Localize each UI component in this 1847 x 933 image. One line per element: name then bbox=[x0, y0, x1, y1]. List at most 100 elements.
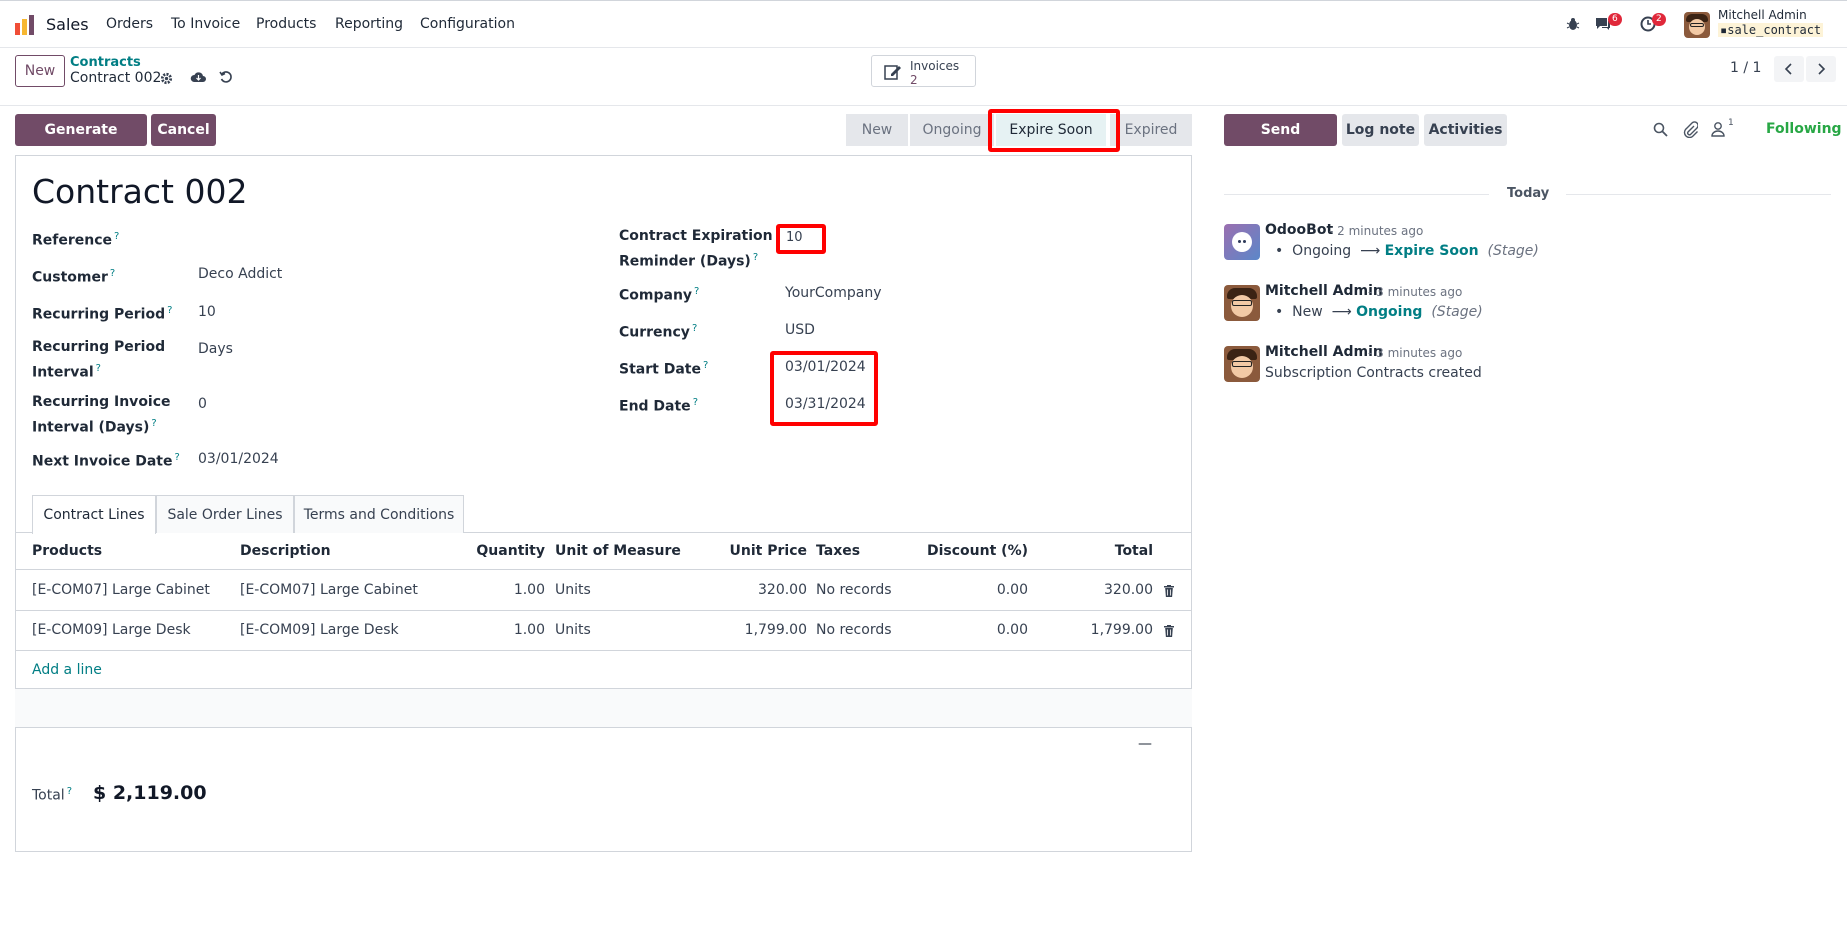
invoices-smart-button[interactable]: Invoices 2 bbox=[871, 55, 976, 87]
user-name[interactable]: Mitchell Admin bbox=[1718, 8, 1807, 22]
date-divider-right bbox=[1566, 194, 1831, 195]
cell-uom[interactable]: Units bbox=[555, 622, 591, 638]
reference-label: Reference? bbox=[32, 231, 120, 249]
followers-icon[interactable] bbox=[1711, 121, 1725, 137]
bug-icon[interactable] bbox=[1566, 17, 1580, 31]
help-icon: ? bbox=[702, 360, 709, 371]
paperclip-icon[interactable] bbox=[1683, 121, 1698, 138]
help-icon: ? bbox=[95, 363, 101, 374]
company-value[interactable]: YourCompany bbox=[785, 285, 882, 301]
message-author[interactable]: Mitchell Admin bbox=[1265, 344, 1383, 360]
stage-new[interactable]: New bbox=[846, 114, 908, 146]
menu-products[interactable]: Products bbox=[256, 16, 316, 32]
pager-previous-icon[interactable] bbox=[1774, 56, 1804, 82]
cell-quantity[interactable]: 1.00 bbox=[445, 582, 545, 598]
app-name[interactable]: Sales bbox=[46, 15, 89, 34]
followers-count: 1 bbox=[1728, 118, 1734, 128]
col-taxes[interactable]: Taxes bbox=[816, 543, 860, 559]
help-icon: ? bbox=[167, 305, 173, 316]
cell-unit-price[interactable]: 320.00 bbox=[707, 582, 807, 598]
highlight-reminder bbox=[776, 224, 826, 254]
send-message-button[interactable]: Send message bbox=[1224, 114, 1337, 170]
user-avatar[interactable] bbox=[1684, 12, 1710, 38]
generate-invoice-button[interactable]: Generate Invoice bbox=[15, 114, 147, 170]
help-icon: ? bbox=[694, 286, 700, 297]
cell-discount[interactable]: 0.00 bbox=[920, 582, 1028, 598]
cell-product[interactable]: [E-COM07] Large Cabinet bbox=[32, 582, 210, 598]
trash-icon[interactable] bbox=[1164, 625, 1174, 637]
recurring-period-interval-value[interactable]: Days bbox=[198, 341, 233, 357]
trash-icon[interactable] bbox=[1164, 585, 1174, 597]
cell-taxes[interactable]: No records bbox=[816, 582, 892, 598]
cell-description[interactable]: [E-COM09] Large Desk bbox=[240, 622, 399, 638]
help-icon: ? bbox=[691, 323, 698, 334]
col-unit-price[interactable]: Unit Price bbox=[707, 543, 807, 559]
customer-label: Customer? bbox=[32, 268, 116, 286]
recurring-invoice-interval-value[interactable]: 0 bbox=[198, 396, 207, 412]
recurring-period-value[interactable]: 10 bbox=[198, 304, 216, 320]
col-products[interactable]: Products bbox=[32, 543, 102, 559]
message-author[interactable]: OdooBot bbox=[1265, 222, 1333, 238]
tracking-line: • New ⟶ Ongoing (Stage) bbox=[1275, 304, 1483, 320]
cell-total: 1,799.00 bbox=[1090, 622, 1153, 638]
menu-configuration[interactable]: Configuration bbox=[420, 16, 515, 32]
cell-taxes[interactable]: No records bbox=[816, 622, 892, 638]
currency-label: Currency? bbox=[619, 323, 698, 341]
discard-icon[interactable] bbox=[219, 70, 233, 84]
customer-value[interactable]: Deco Addict bbox=[198, 266, 282, 282]
add-line-link[interactable]: Add a line bbox=[32, 662, 102, 678]
tab-terms-and-conditions[interactable]: Terms and Conditions bbox=[294, 495, 464, 533]
message-author[interactable]: Mitchell Admin bbox=[1265, 283, 1383, 299]
invoices-label: Invoices bbox=[910, 59, 960, 73]
cell-product[interactable]: [E-COM09] Large Desk bbox=[32, 622, 191, 638]
save-cloud-icon[interactable] bbox=[190, 70, 207, 84]
top-navbar: Sales Orders To Invoice Products Reporti… bbox=[0, 0, 1847, 48]
col-discount[interactable]: Discount (%) bbox=[920, 543, 1028, 559]
help-icon: ? bbox=[174, 452, 180, 463]
company-label: Company? bbox=[619, 286, 700, 304]
cell-total: 320.00 bbox=[1104, 582, 1153, 598]
menu-orders[interactable]: Orders bbox=[106, 16, 153, 32]
currency-value[interactable]: USD bbox=[785, 322, 815, 338]
cell-discount[interactable]: 0.00 bbox=[920, 622, 1028, 638]
next-invoice-date-value[interactable]: 03/01/2024 bbox=[198, 451, 279, 467]
contract-title: Contract 002 bbox=[32, 172, 248, 211]
pencil-square-icon bbox=[884, 65, 901, 80]
tab-contract-lines[interactable]: Contract Lines bbox=[32, 495, 156, 534]
recurring-invoice-interval-label: Recurring Invoice Interval (Days)? bbox=[32, 394, 171, 436]
cell-description[interactable]: [E-COM07] Large Cabinet bbox=[240, 582, 418, 598]
messages-badge: 6 bbox=[1608, 13, 1622, 26]
search-icon[interactable] bbox=[1653, 122, 1668, 137]
stage-expired[interactable]: Expired bbox=[1110, 114, 1192, 146]
cancel-button[interactable]: Cancel bbox=[151, 114, 216, 146]
total-label: Total? bbox=[32, 786, 73, 804]
pager-next-icon[interactable] bbox=[1806, 56, 1836, 82]
breadcrumb-contracts[interactable]: Contracts bbox=[70, 55, 141, 70]
log-note-button[interactable]: Log note bbox=[1342, 114, 1419, 146]
apps-menu-icon[interactable] bbox=[14, 15, 36, 35]
menu-reporting[interactable]: Reporting bbox=[335, 16, 403, 32]
col-description[interactable]: Description bbox=[240, 543, 331, 559]
message-time: - 2 minutes ago bbox=[1329, 224, 1424, 238]
menu-to-invoice[interactable]: To Invoice bbox=[171, 16, 240, 32]
cell-uom[interactable]: Units bbox=[555, 582, 591, 598]
recurring-period-label: Recurring Period? bbox=[32, 305, 173, 323]
tab-sale-order-lines[interactable]: Sale Order Lines bbox=[156, 495, 294, 533]
col-total[interactable]: Total bbox=[1053, 543, 1153, 559]
help-icon: ? bbox=[66, 786, 73, 797]
mitchell-admin-avatar bbox=[1224, 285, 1260, 321]
new-button[interactable]: New bbox=[15, 55, 65, 87]
pager-value[interactable]: 1 / 1 bbox=[1730, 60, 1761, 76]
cell-quantity[interactable]: 1.00 bbox=[445, 622, 545, 638]
highlight-stage bbox=[988, 109, 1120, 152]
date-divider-left bbox=[1224, 194, 1489, 195]
cell-unit-price[interactable]: 1,799.00 bbox=[707, 622, 807, 638]
table-header-divider bbox=[15, 569, 1192, 570]
col-unit-of-measure[interactable]: Unit of Measure bbox=[555, 543, 681, 559]
gear-icon[interactable] bbox=[160, 72, 173, 85]
following-button[interactable]: Following bbox=[1766, 121, 1842, 137]
activities-button[interactable]: Activities bbox=[1424, 114, 1507, 146]
stage-ongoing[interactable]: Ongoing bbox=[910, 114, 994, 146]
help-icon: ? bbox=[114, 231, 120, 242]
col-quantity[interactable]: Quantity bbox=[445, 543, 545, 559]
